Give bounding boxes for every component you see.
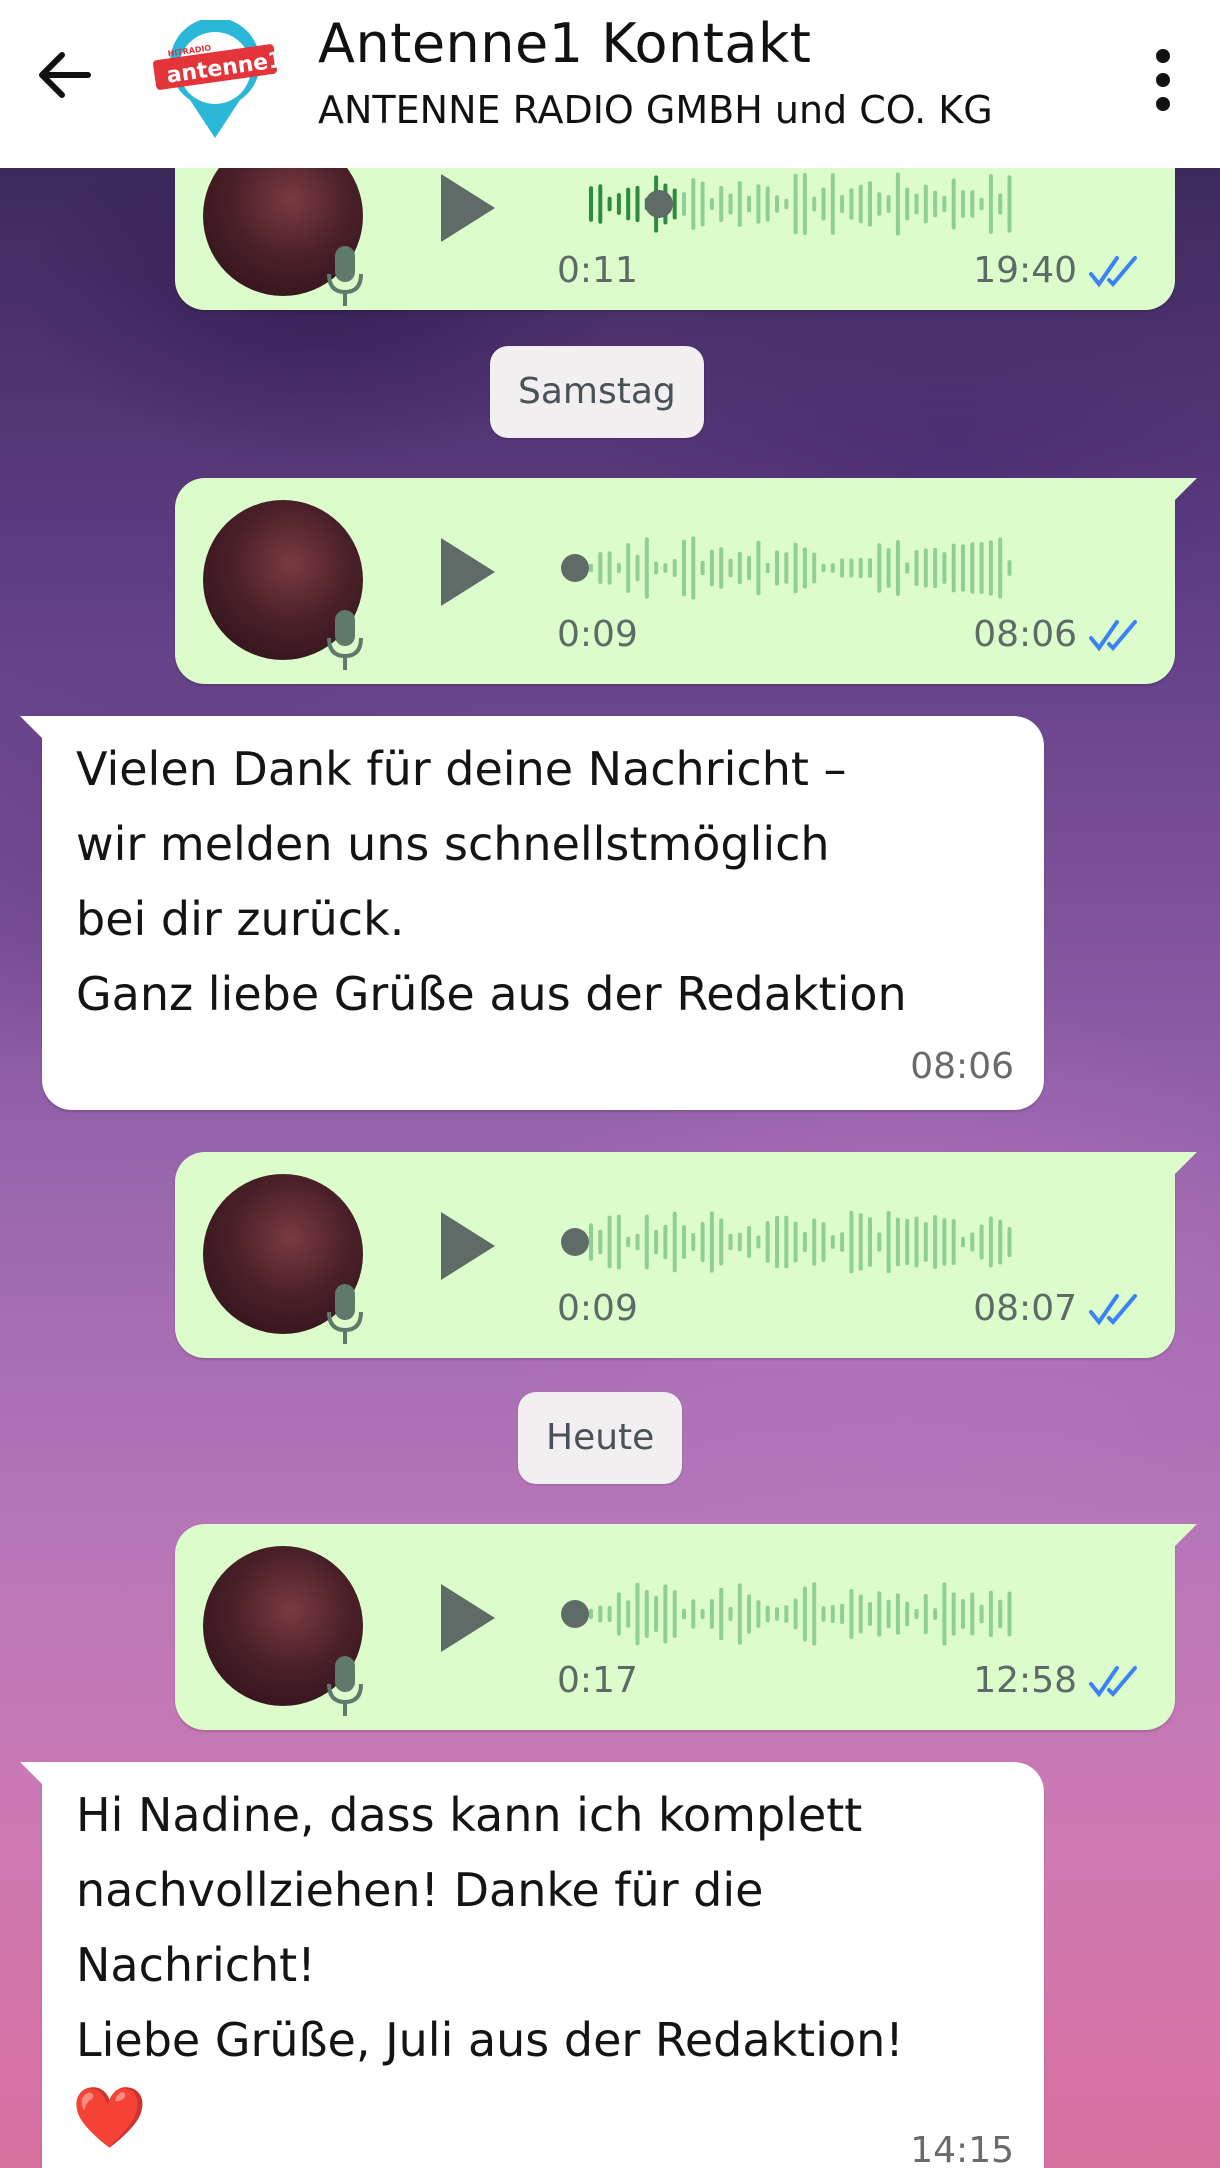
read-receipt-icon	[1089, 620, 1137, 652]
microphone-icon	[327, 246, 363, 306]
message-time: 14:15	[910, 2130, 1014, 2168]
play-icon[interactable]	[437, 534, 499, 610]
message-text: Vielen Dank für deine Nachricht – wir me…	[76, 742, 907, 1021]
message-time: 12:58	[973, 1660, 1077, 1701]
waveform-position-dot	[561, 1600, 589, 1628]
voice-message[interactable]: 0:17 12:58	[175, 1524, 1197, 1730]
message-text: Hi Nadine, dass kann ich komplett nachvo…	[76, 1788, 904, 2067]
voice-message[interactable]: 0:09 08:07	[175, 1152, 1197, 1358]
voice-duration: 0:11	[557, 250, 638, 291]
voice-message[interactable]: 0:11 19:40	[175, 168, 1175, 310]
message-time: 08:07	[973, 1288, 1077, 1329]
play-icon[interactable]	[437, 1208, 499, 1284]
waveform-position-dot	[561, 554, 589, 582]
play-icon[interactable]	[437, 170, 499, 246]
voice-duration: 0:09	[557, 614, 638, 655]
chat-header: antenne1 HITRADIO Antenne1 Kontakt ANTEN…	[0, 0, 1220, 168]
waveform[interactable]	[557, 528, 1017, 608]
more-options-icon[interactable]	[1140, 40, 1186, 120]
read-receipt-icon	[1089, 1666, 1137, 1698]
contact-name[interactable]: Antenne1 Kontakt	[318, 12, 811, 75]
date-separator: Samstag	[490, 346, 704, 438]
antenne-logo[interactable]: antenne1 HITRADIO	[150, 20, 280, 140]
read-receipt-icon	[1089, 1294, 1137, 1326]
microphone-icon	[327, 1284, 363, 1344]
waveform-position-dot	[561, 1228, 589, 1256]
incoming-message[interactable]: Hi Nadine, dass kann ich komplett nachvo…	[20, 1762, 1044, 2168]
message-time: 19:40	[973, 250, 1077, 291]
waveform[interactable]	[557, 168, 1017, 244]
waveform[interactable]	[557, 1202, 1017, 1282]
message-time: 08:06	[973, 614, 1077, 655]
play-icon[interactable]	[437, 1580, 499, 1656]
waveform[interactable]	[557, 1574, 1017, 1654]
incoming-message[interactable]: Vielen Dank für deine Nachricht – wir me…	[20, 716, 1044, 1110]
read-receipt-icon	[1089, 256, 1137, 288]
voice-duration: 0:09	[557, 1288, 638, 1329]
heart-emoji: ❤️	[72, 2083, 147, 2153]
voice-message[interactable]: 0:09 08:06	[175, 478, 1197, 684]
message-time: 08:06	[910, 1046, 1014, 1087]
voice-duration: 0:17	[557, 1660, 638, 1701]
waveform-position-dot	[645, 190, 673, 218]
contact-subtitle[interactable]: ANTENNE RADIO GMBH und CO. KG	[318, 88, 993, 132]
microphone-icon	[327, 610, 363, 670]
back-arrow-icon[interactable]	[30, 40, 100, 110]
microphone-icon	[327, 1656, 363, 1716]
chat-area[interactable]: 0:11 19:40 Samstag 0:09 08:06 Vielen Dan…	[0, 168, 1220, 2168]
date-separator: Heute	[518, 1392, 683, 1484]
